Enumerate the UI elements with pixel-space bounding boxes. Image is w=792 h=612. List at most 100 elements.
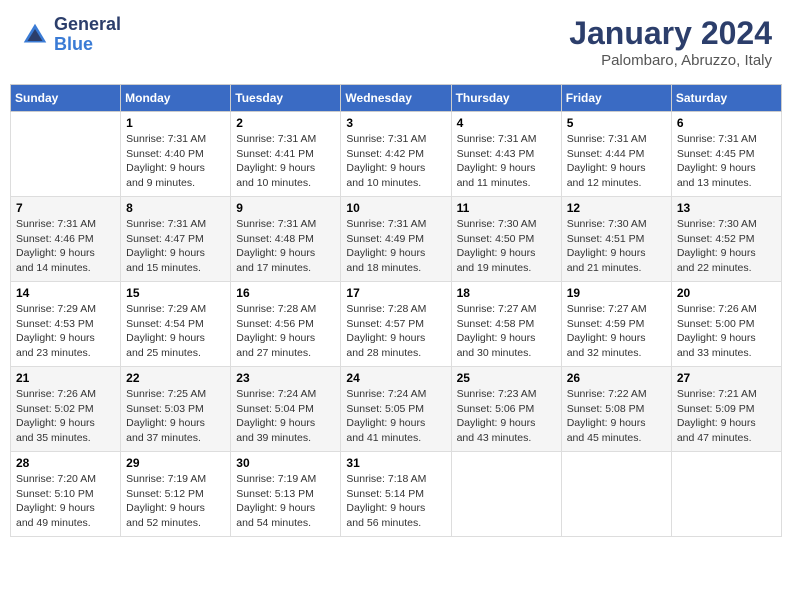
day-info: Sunrise: 7:31 AMSunset: 4:45 PMDaylight:…: [677, 132, 776, 191]
week-row-3: 14Sunrise: 7:29 AMSunset: 4:53 PMDayligh…: [11, 282, 782, 367]
calendar-cell: 10 Sunrise: 7:31 AMSunset: 4:49 PMDayligh…: [341, 197, 451, 282]
header-day-monday: Monday: [121, 85, 231, 112]
calendar-cell: 15 Sunrise: 7:29 AMSunset: 4:54 PMDayligh…: [121, 282, 231, 367]
day-info: Sunrise: 7:24 AMSunset: 5:04 PMDaylight:…: [236, 387, 335, 446]
calendar-cell: 29 Sunrise: 7:19 AMSunset: 5:12 PMDayligh…: [121, 452, 231, 537]
day-number: 19: [567, 286, 666, 300]
calendar-cell: 22Sunrise: 7:25 AMSunset: 5:03 PMDayligh…: [121, 367, 231, 452]
logo-blue: Blue: [54, 35, 121, 55]
week-row-1: 1 Sunrise: 7:31 AMSunset: 4:40 PMDaylight…: [11, 112, 782, 197]
logo-text: General Blue: [54, 15, 121, 55]
day-info: Sunrise: 7:27 AMSunset: 4:59 PMDaylight:…: [567, 302, 666, 361]
calendar-cell: 28 Sunrise: 7:20 AMSunset: 5:10 PMDayligh…: [11, 452, 121, 537]
calendar-cell: 5 Sunrise: 7:31 AMSunset: 4:44 PMDaylight…: [561, 112, 671, 197]
header-day-tuesday: Tuesday: [231, 85, 341, 112]
day-info: Sunrise: 7:23 AMSunset: 5:06 PMDaylight:…: [457, 387, 556, 446]
day-info: Sunrise: 7:18 AMSunset: 5:14 PMDaylight:…: [346, 472, 445, 531]
day-info: Sunrise: 7:31 AMSunset: 4:44 PMDaylight:…: [567, 132, 666, 191]
day-info: Sunrise: 7:21 AMSunset: 5:09 PMDaylight:…: [677, 387, 776, 446]
calendar-cell: 16Sunrise: 7:28 AMSunset: 4:56 PMDayligh…: [231, 282, 341, 367]
calendar-cell: 31 Sunrise: 7:18 AMSunset: 5:14 PMDayligh…: [341, 452, 451, 537]
day-info: Sunrise: 7:31 AMSunset: 4:42 PMDaylight:…: [346, 132, 445, 191]
day-info: Sunrise: 7:31 AMSunset: 4:43 PMDaylight:…: [457, 132, 556, 191]
day-info: Sunrise: 7:31 AMSunset: 4:41 PMDaylight:…: [236, 132, 335, 191]
calendar-cell: 7 Sunrise: 7:31 AMSunset: 4:46 PMDaylight…: [11, 197, 121, 282]
day-number: 14: [16, 286, 115, 300]
day-number: 21: [16, 371, 115, 385]
day-number: 11: [457, 201, 556, 215]
day-number: 8: [126, 201, 225, 215]
day-number: 15: [126, 286, 225, 300]
day-info: Sunrise: 7:22 AMSunset: 5:08 PMDaylight:…: [567, 387, 666, 446]
calendar-cell: 6Sunrise: 7:31 AMSunset: 4:45 PMDaylight…: [671, 112, 781, 197]
header-day-saturday: Saturday: [671, 85, 781, 112]
day-info: Sunrise: 7:20 AMSunset: 5:10 PMDaylight:…: [16, 472, 115, 531]
day-number: 31: [346, 456, 445, 470]
calendar-table: SundayMondayTuesdayWednesdayThursdayFrid…: [10, 84, 782, 537]
day-number: 13: [677, 201, 776, 215]
day-info: Sunrise: 7:31 AMSunset: 4:49 PMDaylight:…: [346, 217, 445, 276]
calendar-cell: 11 Sunrise: 7:30 AMSunset: 4:50 PMDayligh…: [451, 197, 561, 282]
day-info: Sunrise: 7:27 AMSunset: 4:58 PMDaylight:…: [457, 302, 556, 361]
day-number: 22: [126, 371, 225, 385]
calendar-cell: 24 Sunrise: 7:24 AMSunset: 5:05 PMDayligh…: [341, 367, 451, 452]
day-number: 29: [126, 456, 225, 470]
logo-icon: [20, 20, 50, 50]
month-title: January 2024: [569, 15, 772, 52]
calendar-cell: 19 Sunrise: 7:27 AMSunset: 4:59 PMDayligh…: [561, 282, 671, 367]
day-info: Sunrise: 7:26 AMSunset: 5:02 PMDaylight:…: [16, 387, 115, 446]
calendar-body: 1 Sunrise: 7:31 AMSunset: 4:40 PMDaylight…: [11, 112, 782, 537]
day-number: 16: [236, 286, 335, 300]
calendar-cell: 18 Sunrise: 7:27 AMSunset: 4:58 PMDayligh…: [451, 282, 561, 367]
day-info: Sunrise: 7:30 AMSunset: 4:51 PMDaylight:…: [567, 217, 666, 276]
day-number: 10: [346, 201, 445, 215]
calendar-cell: 26 Sunrise: 7:22 AMSunset: 5:08 PMDayligh…: [561, 367, 671, 452]
day-number: 24: [346, 371, 445, 385]
header-day-sunday: Sunday: [11, 85, 121, 112]
calendar-header: SundayMondayTuesdayWednesdayThursdayFrid…: [11, 85, 782, 112]
day-info: Sunrise: 7:31 AMSunset: 4:47 PMDaylight:…: [126, 217, 225, 276]
day-number: 17: [346, 286, 445, 300]
logo-general: General: [54, 15, 121, 35]
week-row-2: 7 Sunrise: 7:31 AMSunset: 4:46 PMDaylight…: [11, 197, 782, 282]
calendar-cell: 23 Sunrise: 7:24 AMSunset: 5:04 PMDayligh…: [231, 367, 341, 452]
day-info: Sunrise: 7:28 AMSunset: 4:57 PMDaylight:…: [346, 302, 445, 361]
day-number: 26: [567, 371, 666, 385]
day-info: Sunrise: 7:30 AMSunset: 4:50 PMDaylight:…: [457, 217, 556, 276]
day-number: 30: [236, 456, 335, 470]
day-number: 3: [346, 116, 445, 130]
title-area: January 2024 Palombaro, Abruzzo, Italy: [569, 15, 772, 69]
day-info: Sunrise: 7:26 AMSunset: 5:00 PMDaylight:…: [677, 302, 776, 361]
calendar-cell: 9 Sunrise: 7:31 AMSunset: 4:48 PMDaylight…: [231, 197, 341, 282]
day-info: Sunrise: 7:29 AMSunset: 4:54 PMDaylight:…: [126, 302, 225, 361]
calendar-cell: 20Sunrise: 7:26 AMSunset: 5:00 PMDayligh…: [671, 282, 781, 367]
day-info: Sunrise: 7:31 AMSunset: 4:46 PMDaylight:…: [16, 217, 115, 276]
day-number: 1: [126, 116, 225, 130]
day-info: Sunrise: 7:19 AMSunset: 5:13 PMDaylight:…: [236, 472, 335, 531]
header-day-thursday: Thursday: [451, 85, 561, 112]
header-day-friday: Friday: [561, 85, 671, 112]
day-number: 9: [236, 201, 335, 215]
day-number: 12: [567, 201, 666, 215]
calendar-cell: 30 Sunrise: 7:19 AMSunset: 5:13 PMDayligh…: [231, 452, 341, 537]
calendar-cell: 2 Sunrise: 7:31 AMSunset: 4:41 PMDaylight…: [231, 112, 341, 197]
day-info: Sunrise: 7:31 AMSunset: 4:40 PMDaylight:…: [126, 132, 225, 191]
day-info: Sunrise: 7:30 AMSunset: 4:52 PMDaylight:…: [677, 217, 776, 276]
day-info: Sunrise: 7:24 AMSunset: 5:05 PMDaylight:…: [346, 387, 445, 446]
day-number: 2: [236, 116, 335, 130]
page-header: General Blue January 2024 Palombaro, Abr…: [10, 10, 782, 74]
day-number: 25: [457, 371, 556, 385]
calendar-cell: 12 Sunrise: 7:30 AMSunset: 4:51 PMDayligh…: [561, 197, 671, 282]
day-number: 28: [16, 456, 115, 470]
calendar-cell: 4Sunrise: 7:31 AMSunset: 4:43 PMDaylight…: [451, 112, 561, 197]
day-number: 7: [16, 201, 115, 215]
calendar-cell: 8 Sunrise: 7:31 AMSunset: 4:47 PMDaylight…: [121, 197, 231, 282]
day-number: 23: [236, 371, 335, 385]
day-number: 18: [457, 286, 556, 300]
day-info: Sunrise: 7:19 AMSunset: 5:12 PMDaylight:…: [126, 472, 225, 531]
header-row: SundayMondayTuesdayWednesdayThursdayFrid…: [11, 85, 782, 112]
header-day-wednesday: Wednesday: [341, 85, 451, 112]
calendar-cell: 14Sunrise: 7:29 AMSunset: 4:53 PMDayligh…: [11, 282, 121, 367]
day-info: Sunrise: 7:31 AMSunset: 4:48 PMDaylight:…: [236, 217, 335, 276]
day-number: 5: [567, 116, 666, 130]
